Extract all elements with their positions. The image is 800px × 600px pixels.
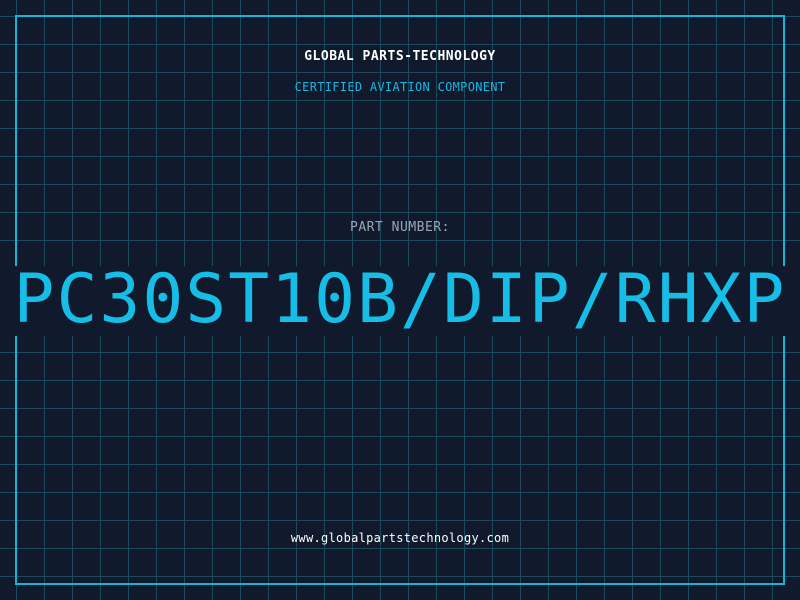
- website-link[interactable]: www.globalpartstechnology.com: [0, 531, 800, 545]
- part-number-label: PART NUMBER:: [350, 220, 450, 235]
- certification-subtitle: CERTIFIED AVIATION COMPONENT: [294, 80, 506, 94]
- part-number-value: PC30ST10B/DIP/RHXP: [13, 262, 787, 338]
- certificate-card: GLOBAL PARTS-TECHNOLOGY CERTIFIED AVIATI…: [0, 0, 800, 600]
- company-name: GLOBAL PARTS-TECHNOLOGY: [304, 49, 496, 64]
